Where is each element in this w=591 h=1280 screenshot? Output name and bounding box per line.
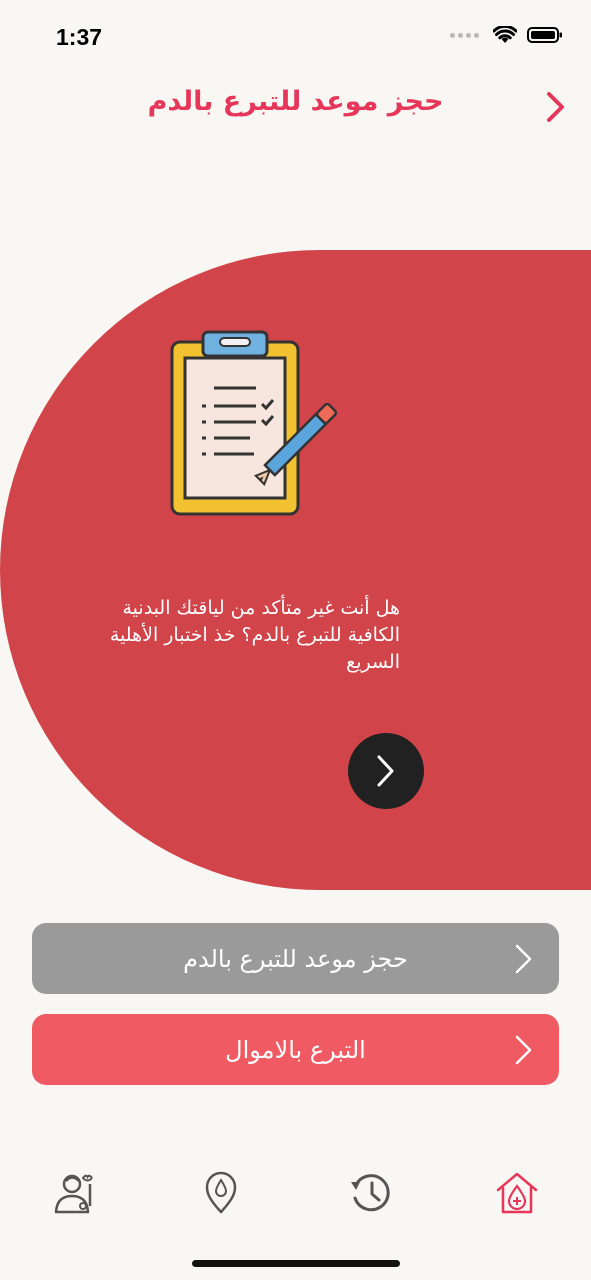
chevron-right-icon: [377, 755, 394, 787]
status-bar: 1:37: [0, 0, 591, 80]
eligibility-next-button[interactable]: [348, 733, 424, 809]
donate-money-label: التبرع بالاموال: [225, 1035, 366, 1064]
book-blood-donation-label: حجز موعد للتبرع بالدم: [183, 944, 408, 973]
book-blood-donation-button[interactable]: حجز موعد للتبرع بالدم: [32, 923, 559, 994]
header: حجز موعد للتبرع بالدم: [0, 72, 591, 138]
wifi-icon: [493, 26, 517, 43]
home-icon[interactable]: [494, 1170, 540, 1216]
home-indicator: [192, 1260, 400, 1267]
chevron-right-icon[interactable]: [543, 90, 569, 124]
page-title: حجز موعد للتبرع بالدم: [147, 86, 444, 117]
history-icon[interactable]: [348, 1170, 394, 1216]
donate-money-button[interactable]: التبرع بالاموال: [32, 1014, 559, 1085]
tab-bar: [0, 1150, 591, 1230]
status-icons: [450, 26, 563, 44]
clipboard-checklist-icon: [170, 330, 338, 516]
signal-icon: [450, 32, 479, 38]
chevron-right-icon: [515, 1035, 532, 1065]
battery-icon: [527, 27, 562, 43]
location-icon[interactable]: [198, 1170, 244, 1216]
chevron-right-icon: [515, 944, 532, 974]
eligibility-text: هل أنت غير متأكد من لياقتك البدنية الكاف…: [109, 597, 400, 673]
status-time: 1:37: [56, 24, 103, 50]
profile-icon[interactable]: [52, 1170, 98, 1216]
